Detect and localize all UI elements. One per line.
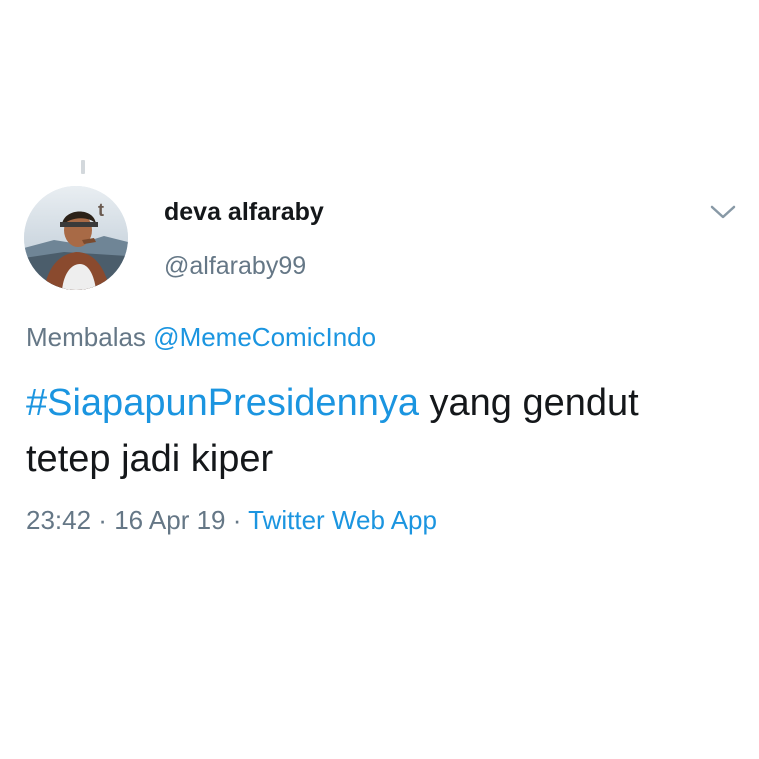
- chevron-down-icon: [710, 205, 736, 219]
- svg-text:t: t: [98, 200, 104, 220]
- tweet-date[interactable]: 16 Apr 19: [114, 505, 225, 535]
- hashtag-link[interactable]: #SiapapunPresidennya: [26, 382, 419, 424]
- tweet-text: #SiapapunPresidennya yang gendut tetep j…: [26, 375, 726, 487]
- tweet-time[interactable]: 23:42: [26, 505, 91, 535]
- reply-prefix: Membalas: [26, 322, 146, 352]
- avatar[interactable]: t: [24, 186, 128, 290]
- author-display-name[interactable]: deva alfaraby: [164, 198, 324, 227]
- author-handle[interactable]: @alfaraby99: [164, 252, 306, 281]
- thread-connector-line: [81, 160, 85, 174]
- reply-context: Membalas @MemeComicIndo: [26, 322, 376, 353]
- avatar-photo-icon: t: [24, 186, 128, 290]
- reply-mention-link[interactable]: @MemeComicIndo: [153, 322, 376, 352]
- tweet-source-link[interactable]: Twitter Web App: [248, 505, 437, 535]
- tweet-menu-button[interactable]: [708, 200, 738, 224]
- meta-separator: ·: [91, 505, 115, 535]
- tweet-meta: 23:42 · 16 Apr 19 · Twitter Web App: [26, 505, 437, 536]
- meta-separator: ·: [225, 505, 249, 535]
